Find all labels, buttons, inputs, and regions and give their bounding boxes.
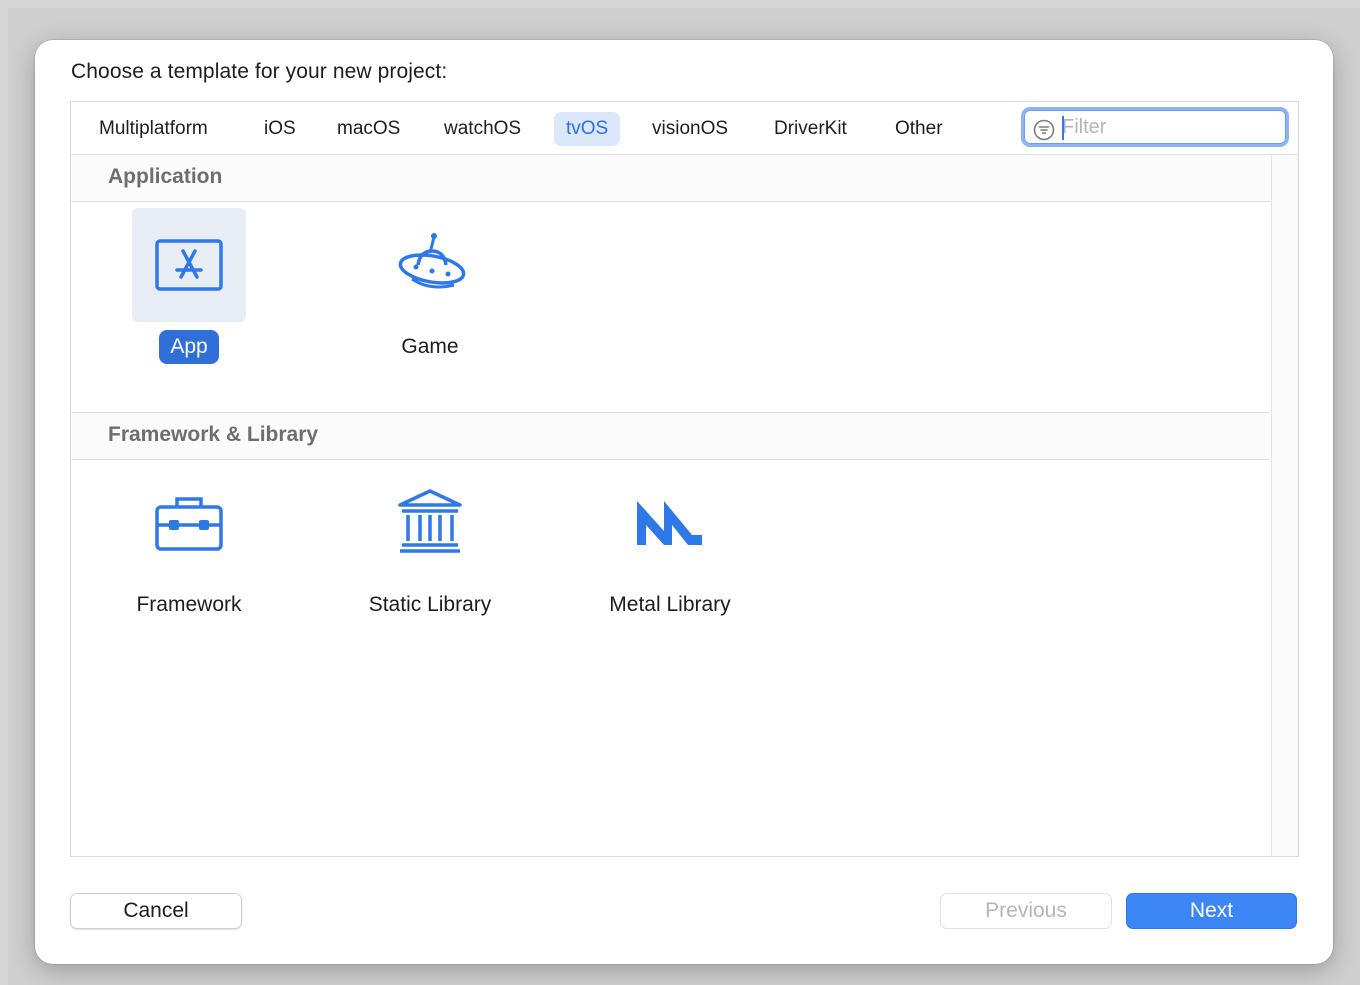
tab-watchos[interactable]: watchOS (432, 112, 533, 146)
filter-input[interactable] (1062, 114, 1272, 140)
template-app[interactable]: App (99, 208, 279, 408)
template-framework[interactable]: Framework (99, 466, 279, 666)
tab-multiplatform[interactable]: Multiplatform (87, 112, 220, 146)
tab-driverkit[interactable]: DriverKit (762, 112, 859, 146)
text-cursor (1062, 116, 1064, 140)
toolbox-icon (155, 497, 223, 551)
dialog-prompt: Choose a template for your new project: (71, 60, 448, 83)
template-static-library[interactable]: Static Library (340, 466, 520, 666)
tab-tvos[interactable]: tvOS (554, 112, 621, 146)
section-header-framework-library: Framework & Library (71, 413, 1270, 460)
tab-other[interactable]: Other (883, 112, 955, 146)
cancel-button[interactable]: Cancel (70, 893, 242, 929)
template-label-text: Metal Library (609, 593, 731, 616)
platform-tab-bar: Multiplatform iOS macOS watchOS tvOS vis… (71, 102, 1298, 155)
vertical-scroll-track[interactable] (1271, 155, 1298, 856)
section-title: Application (108, 165, 223, 188)
template-game[interactable]: Game (340, 208, 520, 408)
filter-field[interactable] (1021, 107, 1289, 147)
template-icon-box (373, 466, 487, 580)
ufo-game-icon (398, 233, 466, 289)
library-building-icon (398, 489, 462, 553)
section-title: Framework & Library (108, 423, 319, 446)
template-icon-box (613, 466, 727, 580)
template-label-text: Game (401, 335, 459, 358)
new-project-sheet: Choose a template for your new project: … (35, 40, 1333, 964)
tab-macos[interactable]: macOS (325, 112, 412, 146)
template-label-text: Static Library (368, 593, 492, 616)
template-panel: Multiplatform iOS macOS watchOS tvOS vis… (70, 101, 1299, 857)
previous-button[interactable]: Previous (940, 893, 1112, 929)
template-label: Game (340, 330, 520, 364)
filter-icon (1033, 119, 1055, 141)
template-label: Metal Library (580, 588, 760, 622)
template-label: Static Library (340, 588, 520, 622)
template-label: App (99, 330, 279, 364)
template-icon-box (373, 208, 487, 322)
section-header-application: Application (71, 155, 1270, 202)
template-icon-box (132, 466, 246, 580)
template-metal-library[interactable]: Metal Library (580, 466, 760, 666)
next-button[interactable]: Next (1126, 893, 1297, 929)
app-store-icon (155, 239, 223, 291)
template-icon-box (132, 208, 246, 322)
tab-ios[interactable]: iOS (252, 112, 308, 146)
template-label: Framework (99, 588, 279, 622)
template-label-text: App (159, 330, 219, 364)
template-label-text: Framework (136, 593, 242, 616)
metal-icon (637, 501, 702, 545)
tab-visionos[interactable]: visionOS (640, 112, 740, 146)
